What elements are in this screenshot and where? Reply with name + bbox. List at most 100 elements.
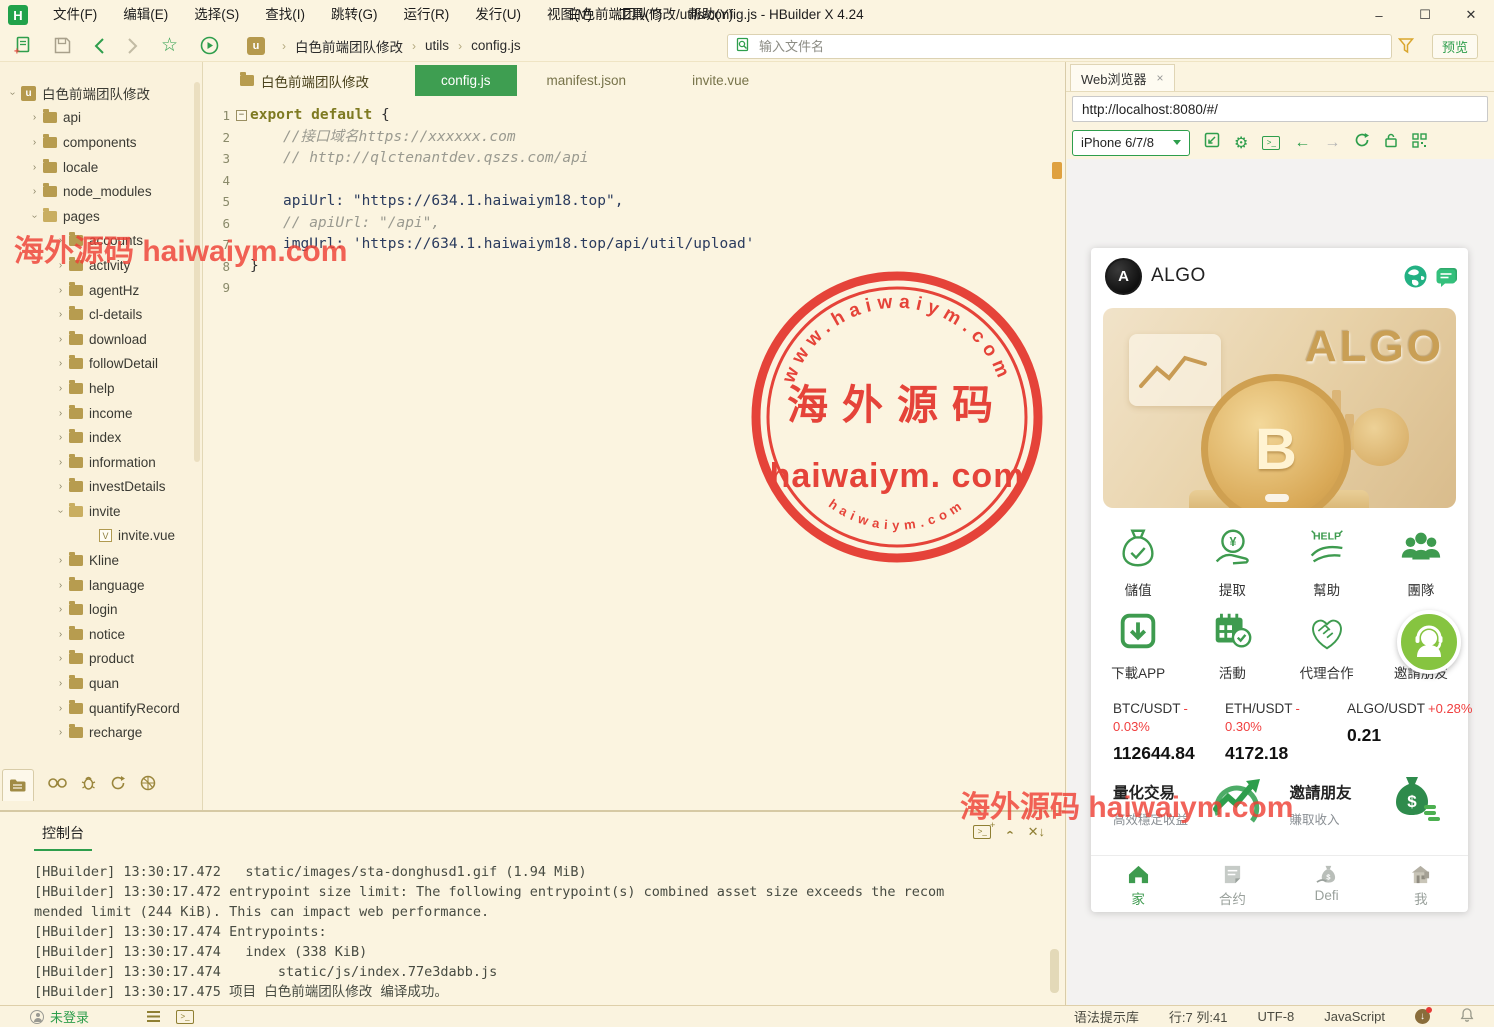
open-external-icon[interactable] bbox=[1204, 132, 1220, 153]
login-status[interactable]: 未登录 bbox=[50, 1007, 89, 1026]
encoding-status[interactable]: UTF-8 bbox=[1257, 1009, 1294, 1024]
language-globe-icon[interactable] bbox=[1403, 264, 1428, 294]
tree-item-api[interactable]: ›api bbox=[0, 106, 202, 131]
promo-quant-trading[interactable]: 量化交易 高效穩定收益 bbox=[1103, 765, 1280, 845]
browser-forward-icon[interactable]: → bbox=[1324, 134, 1340, 152]
menu-item-select[interactable]: 选择(S) bbox=[181, 0, 252, 30]
tree-item-login[interactable]: ›login bbox=[0, 597, 202, 622]
chevron-right-icon[interactable]: › bbox=[54, 653, 67, 664]
chevron-right-icon[interactable]: › bbox=[54, 703, 67, 714]
chevron-right-icon[interactable]: › bbox=[54, 235, 67, 246]
customer-service-button[interactable] bbox=[1397, 610, 1461, 674]
maximize-button[interactable]: ☐ bbox=[1402, 0, 1448, 30]
device-selector[interactable]: iPhone 6/7/8 bbox=[1072, 130, 1190, 156]
chevron-right-icon[interactable]: › bbox=[54, 383, 67, 394]
tree-item-locale[interactable]: ›locale bbox=[0, 155, 202, 180]
menu-item-goto[interactable]: 跳转(G) bbox=[318, 0, 391, 30]
tree-item-income[interactable]: ›income bbox=[0, 401, 202, 426]
tree-item-activity[interactable]: ›activity bbox=[0, 253, 202, 278]
action-deposit[interactable]: 儲值 bbox=[1091, 516, 1185, 599]
console-toggle-icon[interactable]: >_ bbox=[1262, 136, 1280, 150]
notification-bell-icon[interactable] bbox=[1460, 1007, 1474, 1026]
tree-item-pages[interactable]: ›pages bbox=[0, 204, 202, 229]
action-help[interactable]: HELP 幫助 bbox=[1280, 516, 1374, 599]
forward-button[interactable] bbox=[127, 37, 139, 55]
nav-profile[interactable]: 我 bbox=[1374, 856, 1468, 912]
ticker-algo[interactable]: ALGO/USDT+0.28% 0.21 bbox=[1325, 700, 1472, 764]
tree-item-accounts[interactable]: ›accounts bbox=[0, 229, 202, 254]
clear-close-icon[interactable]: ✕↓ bbox=[1028, 824, 1045, 840]
tree-item-download[interactable]: ›download bbox=[0, 327, 202, 352]
web-browser-tab[interactable]: Web浏览器 × bbox=[1070, 64, 1175, 91]
code-editor[interactable]: 白色前端团队修改 config.js manifest.json invite.… bbox=[204, 62, 1065, 810]
tree-item-language[interactable]: ›language bbox=[0, 573, 202, 598]
action-activity[interactable]: 活動 bbox=[1185, 599, 1279, 682]
preview-button[interactable]: 预览 bbox=[1432, 34, 1478, 59]
close-tab-icon[interactable]: × bbox=[1157, 71, 1164, 85]
settings-gear-icon[interactable]: ⚙ bbox=[1234, 133, 1248, 153]
chevron-right-icon[interactable]: › bbox=[28, 112, 41, 123]
chevron-down-icon[interactable]: › bbox=[29, 210, 40, 223]
update-download-icon[interactable]: ↓ bbox=[1415, 1009, 1430, 1024]
url-input[interactable] bbox=[1072, 96, 1488, 122]
run-button[interactable] bbox=[200, 36, 219, 55]
language-mode[interactable]: JavaScript bbox=[1324, 1009, 1385, 1024]
lock-icon[interactable] bbox=[1384, 132, 1398, 153]
cursor-position[interactable]: 行:7 列:41 bbox=[1169, 1007, 1228, 1026]
chevron-right-icon[interactable]: › bbox=[28, 162, 41, 173]
debug-tab[interactable] bbox=[81, 775, 96, 796]
fold-icon[interactable]: − bbox=[236, 110, 247, 121]
tree-item-recharge[interactable]: ›recharge bbox=[0, 720, 202, 745]
tree-item-components[interactable]: ›components bbox=[0, 130, 202, 155]
chevron-right-icon[interactable]: › bbox=[54, 432, 67, 443]
tree-item-index[interactable]: ›index bbox=[0, 425, 202, 450]
tree-item-cl-details[interactable]: ›cl-details bbox=[0, 302, 202, 327]
chevron-right-icon[interactable]: › bbox=[54, 260, 67, 271]
chevron-right-icon[interactable]: › bbox=[54, 555, 67, 566]
new-terminal-icon[interactable]: >_ bbox=[973, 825, 991, 839]
tree-item-invite-vue[interactable]: ›Vinvite.vue bbox=[0, 524, 202, 549]
tab-config-js[interactable]: config.js bbox=[415, 65, 517, 96]
qr-code-icon[interactable] bbox=[1412, 133, 1427, 153]
menu-item-edit[interactable]: 编辑(E) bbox=[110, 0, 181, 30]
collapse-panel-icon[interactable]: › bbox=[1002, 830, 1017, 834]
tree-item-product[interactable]: ›product bbox=[0, 647, 202, 672]
nav-defi[interactable]: $ Defi bbox=[1280, 856, 1374, 912]
close-button[interactable]: ✕ bbox=[1448, 0, 1494, 30]
tree-item-information[interactable]: ›information bbox=[0, 450, 202, 475]
chevron-right-icon[interactable]: › bbox=[54, 334, 67, 345]
action-team[interactable]: 團隊 bbox=[1374, 516, 1468, 599]
terminal-icon[interactable]: >_ bbox=[176, 1010, 194, 1024]
tree-item-invite[interactable]: ›invite bbox=[0, 499, 202, 524]
chevron-right-icon[interactable]: › bbox=[54, 358, 67, 369]
ticker-btc[interactable]: BTC/USDT-0.03% 112644.84 bbox=[1091, 700, 1203, 764]
tree-item-help[interactable]: ›help bbox=[0, 376, 202, 401]
banner-carousel[interactable]: B ALGO bbox=[1103, 308, 1456, 508]
favorite-star-icon[interactable]: ☆ bbox=[161, 34, 178, 57]
minimize-button[interactable]: – bbox=[1356, 0, 1402, 30]
outline-icon[interactable] bbox=[147, 1011, 160, 1022]
action-download-app[interactable]: 下載APP bbox=[1091, 599, 1185, 682]
chevron-right-icon[interactable]: › bbox=[28, 186, 41, 197]
tab-invite-vue[interactable]: invite.vue bbox=[666, 65, 775, 96]
chevron-right-icon[interactable]: › bbox=[54, 727, 67, 738]
tree-item-followDetail[interactable]: ›followDetail bbox=[0, 352, 202, 377]
breadcrumb-file[interactable]: config.js bbox=[471, 38, 521, 53]
chevron-down-icon[interactable]: › bbox=[7, 87, 18, 100]
chevron-right-icon[interactable]: › bbox=[54, 678, 67, 689]
tree-item-node-modules[interactable]: ›node_modules bbox=[0, 179, 202, 204]
menu-item-run[interactable]: 运行(R) bbox=[391, 0, 463, 30]
console-scrollbar[interactable] bbox=[1050, 949, 1059, 993]
nav-home[interactable]: 家 bbox=[1091, 856, 1185, 912]
menu-item-find[interactable]: 查找(I) bbox=[252, 0, 318, 30]
tree-item-quantifyRecord[interactable]: ›quantifyRecord bbox=[0, 696, 202, 721]
plugins-tab[interactable] bbox=[140, 775, 156, 796]
chat-icon[interactable] bbox=[1435, 265, 1460, 293]
tree-item-notice[interactable]: ›notice bbox=[0, 622, 202, 647]
chevron-right-icon[interactable]: › bbox=[28, 137, 41, 148]
search-input[interactable] bbox=[759, 39, 1391, 54]
nav-contract[interactable]: 合约 bbox=[1185, 856, 1279, 912]
sync-tab[interactable] bbox=[110, 775, 126, 796]
chevron-right-icon[interactable]: › bbox=[54, 285, 67, 296]
tree-item-Kline[interactable]: ›Kline bbox=[0, 548, 202, 573]
